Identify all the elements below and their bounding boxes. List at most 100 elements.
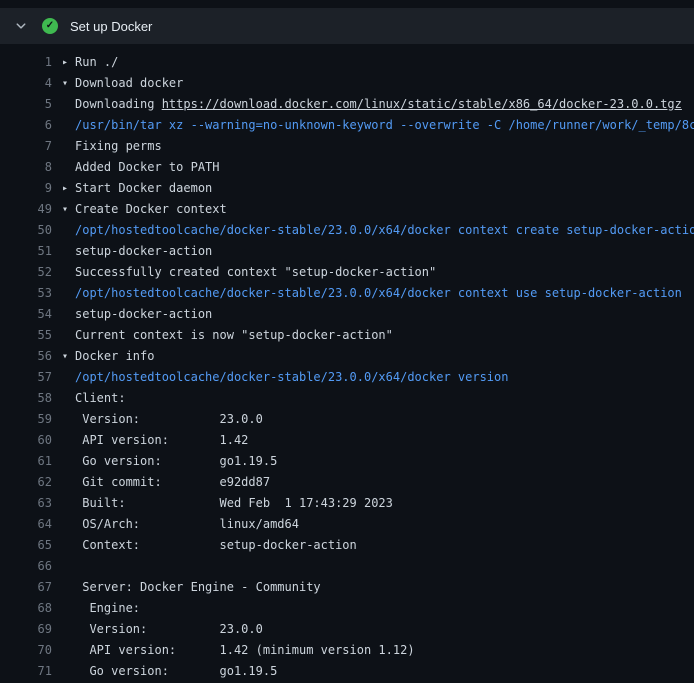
line-text: Client: xyxy=(75,388,126,409)
step-header[interactable]: ✓ Set up Docker xyxy=(0,8,694,44)
group-collapsed-icon[interactable]: ▸ xyxy=(62,52,75,73)
log-text: Added Docker to PATH xyxy=(75,160,220,174)
line-number[interactable]: 8 xyxy=(0,157,52,178)
line-number[interactable]: 4 xyxy=(0,73,52,94)
arrow-spacer xyxy=(62,535,75,556)
arrow-spacer xyxy=(62,157,75,178)
arrow-spacer xyxy=(62,241,75,262)
line-text: /opt/hostedtoolcache/docker-stable/23.0.… xyxy=(75,367,508,388)
line-text: Docker info xyxy=(75,346,154,367)
log-line: 63 Built: Wed Feb 1 17:43:29 2023 xyxy=(0,493,694,514)
log-line: 67 Server: Docker Engine - Community xyxy=(0,577,694,598)
chevron-down-icon[interactable] xyxy=(14,19,28,33)
check-glyph: ✓ xyxy=(46,21,54,31)
log-text: Successfully created context "setup-dock… xyxy=(75,265,436,279)
line-number[interactable]: 55 xyxy=(0,325,52,346)
line-number[interactable]: 50 xyxy=(0,220,52,241)
line-number[interactable]: 1 xyxy=(0,52,52,73)
group-expanded-icon[interactable]: ▾ xyxy=(62,73,75,94)
line-text: Create Docker context xyxy=(75,199,227,220)
log-text: Start Docker daemon xyxy=(75,181,212,195)
arrow-spacer xyxy=(62,556,75,577)
line-number[interactable]: 64 xyxy=(0,514,52,535)
line-text: Go version: go1.19.5 xyxy=(75,451,277,472)
arrow-spacer xyxy=(62,409,75,430)
actions-log-viewer: ✓ Set up Docker 1▸Run ./4▾Download docke… xyxy=(0,0,694,683)
log-line: 6/usr/bin/tar xz --warning=no-unknown-ke… xyxy=(0,115,694,136)
line-number[interactable]: 62 xyxy=(0,472,52,493)
line-text: Git commit: e92dd87 xyxy=(75,472,270,493)
log-text: API version: 1.42 (minimum version 1.12) xyxy=(75,643,415,657)
log-text: API version: 1.42 xyxy=(75,433,248,447)
line-number[interactable]: 54 xyxy=(0,304,52,325)
line-number[interactable]: 49 xyxy=(0,199,52,220)
line-text: /usr/bin/tar xz --warning=no-unknown-key… xyxy=(75,115,694,136)
log-text: Fixing perms xyxy=(75,139,162,153)
log-command-text: /opt/hostedtoolcache/docker-stable/23.0.… xyxy=(75,370,508,384)
line-text: Built: Wed Feb 1 17:43:29 2023 xyxy=(75,493,393,514)
step-title: Set up Docker xyxy=(70,19,152,34)
log-line: 58 Client: xyxy=(0,388,694,409)
line-text: Server: Docker Engine - Community xyxy=(75,577,321,598)
arrow-spacer xyxy=(62,325,75,346)
log-line: 51 setup-docker-action xyxy=(0,241,694,262)
line-number[interactable]: 65 xyxy=(0,535,52,556)
line-number[interactable]: 70 xyxy=(0,640,52,661)
group-expanded-icon[interactable]: ▾ xyxy=(62,199,75,220)
log-line: 70 API version: 1.42 (minimum version 1.… xyxy=(0,640,694,661)
log-text: Git commit: e92dd87 xyxy=(75,475,270,489)
line-number[interactable]: 53 xyxy=(0,283,52,304)
line-text: Start Docker daemon xyxy=(75,178,212,199)
line-text: setup-docker-action xyxy=(75,241,212,262)
arrow-spacer xyxy=(62,619,75,640)
line-number[interactable]: 69 xyxy=(0,619,52,640)
line-number[interactable]: 71 xyxy=(0,661,52,682)
line-number[interactable]: 6 xyxy=(0,115,52,136)
log-line: 55Current context is now "setup-docker-a… xyxy=(0,325,694,346)
line-number[interactable]: 59 xyxy=(0,409,52,430)
arrow-spacer xyxy=(62,514,75,535)
line-number[interactable]: 68 xyxy=(0,598,52,619)
line-number[interactable]: 66 xyxy=(0,556,52,577)
log-command-text: /usr/bin/tar xz --warning=no-unknown-key… xyxy=(75,118,694,132)
line-text: Version: 23.0.0 xyxy=(75,619,263,640)
line-text: Go version: go1.19.5 xyxy=(75,661,277,682)
log-line: 66 xyxy=(0,556,694,577)
line-text: /opt/hostedtoolcache/docker-stable/23.0.… xyxy=(75,220,694,241)
arrow-spacer xyxy=(62,661,75,682)
log-text: Version: 23.0.0 xyxy=(75,412,263,426)
line-number[interactable]: 61 xyxy=(0,451,52,472)
group-expanded-icon[interactable]: ▾ xyxy=(62,346,75,367)
log-line: 56 ▾Docker info xyxy=(0,346,694,367)
line-number[interactable]: 57 xyxy=(0,367,52,388)
line-number[interactable]: 63 xyxy=(0,493,52,514)
log-line: 5 Downloading https://download.docker.com… xyxy=(0,94,694,115)
log-text: Run ./ xyxy=(75,55,118,69)
line-number[interactable]: 52 xyxy=(0,262,52,283)
group-collapsed-icon[interactable]: ▸ xyxy=(62,178,75,199)
line-text: Version: 23.0.0 xyxy=(75,409,263,430)
line-number[interactable]: 67 xyxy=(0,577,52,598)
line-number[interactable]: 51 xyxy=(0,241,52,262)
line-number[interactable]: 5 xyxy=(0,94,52,115)
line-number[interactable]: 56 xyxy=(0,346,52,367)
arrow-spacer xyxy=(62,262,75,283)
line-text: Downloading https://download.docker.com/… xyxy=(75,94,682,115)
log-line: 61 Go version: go1.19.5 xyxy=(0,451,694,472)
line-text: API version: 1.42 xyxy=(75,430,248,451)
line-text: Successfully created context "setup-dock… xyxy=(75,262,436,283)
line-text: Run ./ xyxy=(75,52,118,73)
arrow-spacer xyxy=(62,451,75,472)
log-line: 52 Successfully created context "setup-do… xyxy=(0,262,694,283)
line-number[interactable]: 60 xyxy=(0,430,52,451)
log-text: setup-docker-action xyxy=(75,244,212,258)
arrow-spacer xyxy=(62,388,75,409)
log-line: 4▾Download docker xyxy=(0,73,694,94)
line-number[interactable]: 58 xyxy=(0,388,52,409)
line-number[interactable]: 7 xyxy=(0,136,52,157)
arrow-spacer xyxy=(62,367,75,388)
log-line: 64 OS/Arch: linux/amd64 xyxy=(0,514,694,535)
log-link[interactable]: https://download.docker.com/linux/static… xyxy=(162,97,682,111)
log-text: Client: xyxy=(75,391,126,405)
line-number[interactable]: 9 xyxy=(0,178,52,199)
